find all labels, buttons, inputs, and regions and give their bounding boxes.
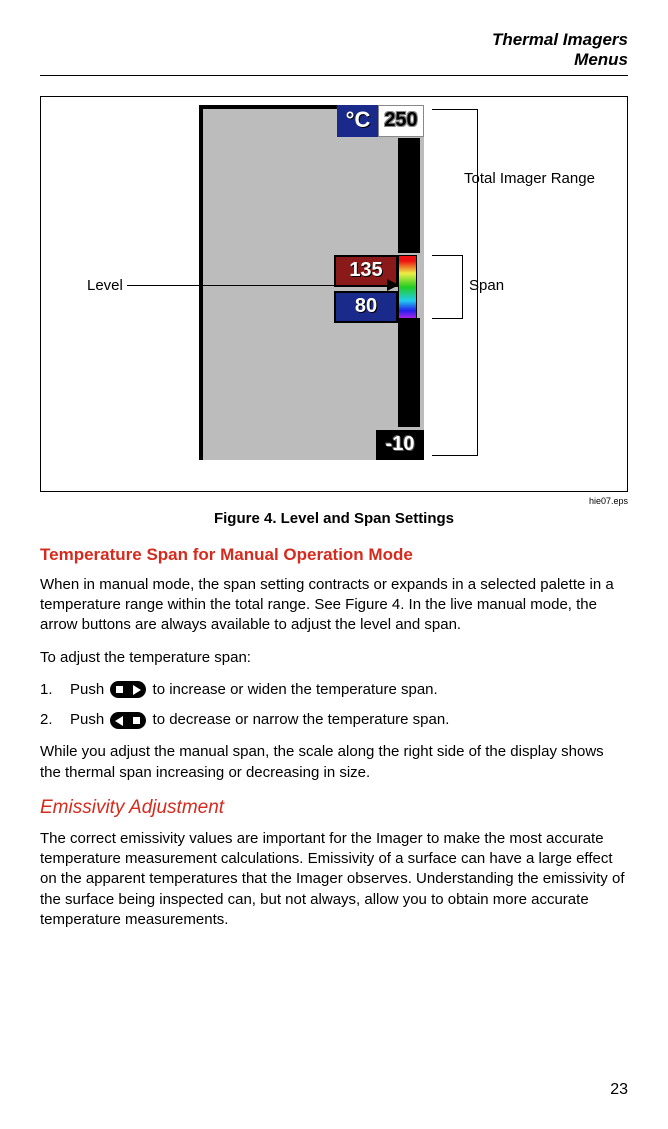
span-bracket xyxy=(432,255,463,319)
square-right-glyph xyxy=(133,717,140,724)
step-content: Push to decrease or narrow the temperatu… xyxy=(70,710,628,730)
span-paragraph-1: When in manual mode, the span setting co… xyxy=(40,575,628,636)
panel-left-border xyxy=(199,105,203,460)
figure-caption: Figure 4. Level and Span Settings xyxy=(40,510,628,527)
header-subtitle: Menus xyxy=(40,50,628,70)
procedure-step-1: 1. Push to increase or widen the tempera… xyxy=(40,680,628,700)
step1-pre-text: Push xyxy=(70,681,108,698)
page-number: 23 xyxy=(610,1081,628,1099)
procedure-list: 1. Push to increase or widen the tempera… xyxy=(40,680,628,731)
procedure-step-2: 2. Push to decrease or narrow the temper… xyxy=(40,710,628,730)
page-container: Thermal Imagers Menus °C 250 135 80 -10 xyxy=(0,0,668,1129)
step-number: 2. xyxy=(40,710,70,730)
scale-lower-bar xyxy=(398,318,420,427)
scale-upper-bar xyxy=(398,138,420,253)
span-paragraph-3: While you adjust the manual span, the sc… xyxy=(40,742,628,783)
span-low-value: 80 xyxy=(334,291,398,323)
color-gradient-bar xyxy=(398,255,417,319)
square-left-glyph xyxy=(116,686,123,693)
triangle-left-glyph xyxy=(115,716,123,726)
total-range-label: Total Imager Range xyxy=(464,170,595,187)
header-divider xyxy=(40,75,628,76)
span-paragraph-2: To adjust the temperature span: xyxy=(40,648,628,668)
level-arrow-icon xyxy=(387,279,399,291)
step2-post-text: to decrease or narrow the temperature sp… xyxy=(148,711,449,728)
temperature-unit: °C xyxy=(346,107,371,132)
level-label: Level xyxy=(87,277,123,294)
step1-post-text: to increase or widen the temperature spa… xyxy=(148,681,437,698)
step2-pre-text: Push xyxy=(70,711,108,728)
step-content: Push to increase or widen the temperatur… xyxy=(70,680,628,700)
eps-filename: hie07.eps xyxy=(40,496,628,506)
temperature-unit-box: °C xyxy=(337,105,379,137)
widen-button-icon xyxy=(110,681,146,698)
level-callout-line xyxy=(127,285,392,286)
narrow-button-icon xyxy=(110,712,146,729)
page-header: Thermal Imagers Menus xyxy=(40,30,628,71)
step-number: 1. xyxy=(40,680,70,700)
triangle-right-glyph xyxy=(133,685,141,695)
span-label: Span xyxy=(469,277,504,294)
figure-inner: °C 250 135 80 -10 Total Imager Range Lev… xyxy=(49,105,619,483)
emissivity-paragraph: The correct emissivity values are import… xyxy=(40,829,628,930)
min-temperature: -10 xyxy=(376,430,424,460)
emissivity-heading: Emissivity Adjustment xyxy=(40,797,628,819)
figure-frame: °C 250 135 80 -10 Total Imager Range Lev… xyxy=(40,96,628,492)
span-section-heading: Temperature Span for Manual Operation Mo… xyxy=(40,545,628,565)
max-temperature: 250 xyxy=(378,105,424,137)
header-title: Thermal Imagers xyxy=(40,30,628,50)
